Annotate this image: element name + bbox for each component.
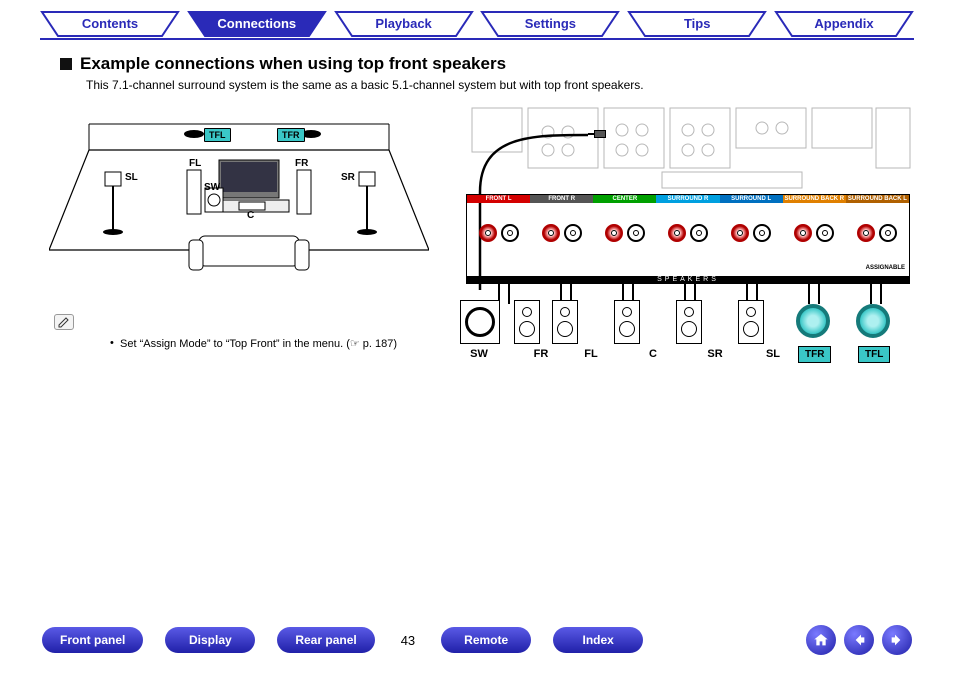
- th-sback-r: SURROUND BACK R: [783, 195, 846, 203]
- pencil-icon: [54, 314, 74, 330]
- th-center: CENTER: [593, 195, 656, 203]
- room-diagram: TFL TFR FL FR SL SR SW C: [49, 110, 429, 300]
- tab-label: Contents: [82, 16, 138, 31]
- th-surround-l: SURROUND L: [720, 195, 783, 203]
- th-surround-r: SURROUND R: [656, 195, 719, 203]
- subwoofer-icon: [460, 300, 500, 344]
- note-block: Set “Assign Mode” to “Top Front” in the …: [36, 314, 442, 350]
- room-label-tfl: TFL: [204, 128, 231, 142]
- ch-c: C: [638, 348, 668, 360]
- top-speaker-cone-icon: [856, 304, 890, 338]
- speakers-footer: SPEAKERS: [467, 276, 909, 283]
- room-diagram-column: TFL TFR FL FR SL SR SW C Set “Assign Mod…: [36, 102, 442, 352]
- rear-panel-diagram: FRONT L FRONT R CENTER SURROUND R SURROU…: [458, 102, 918, 352]
- speaker-icon: [738, 300, 764, 344]
- room-label-sl: SL: [125, 172, 138, 183]
- ch-sr: SR: [700, 348, 730, 360]
- tab-label: Connections: [217, 16, 296, 31]
- top-speaker-cone-icon: [796, 304, 830, 338]
- front-panel-button[interactable]: Front panel: [42, 627, 143, 653]
- ch-tfl: TFL: [858, 346, 890, 363]
- th-front-l: FRONT L: [467, 195, 530, 203]
- tab-contents[interactable]: Contents: [40, 10, 180, 38]
- intro-text: This 7.1-channel surround system is the …: [86, 78, 954, 92]
- top-tab-bar: Contents Connections Playback Settings T…: [0, 0, 954, 38]
- section-heading: Example connections when using top front…: [60, 54, 954, 74]
- ch-sw: SW: [464, 348, 494, 360]
- assignable-label: ASSIGNABLE: [866, 265, 905, 271]
- room-label-fl: FL: [189, 158, 201, 169]
- room-label-c: C: [247, 210, 254, 221]
- tab-tips[interactable]: Tips: [627, 10, 767, 38]
- ch-sl: SL: [758, 348, 788, 360]
- tab-playback[interactable]: Playback: [334, 10, 474, 38]
- tab-label: Tips: [684, 16, 711, 31]
- speaker-icon: [552, 300, 578, 344]
- th-front-r: FRONT R: [530, 195, 593, 203]
- room-label-sr: SR: [341, 172, 355, 183]
- speaker-icon: [614, 300, 640, 344]
- speaker-icon: [676, 300, 702, 344]
- ch-tfr: TFR: [798, 346, 831, 363]
- wiring-diagram-column: FRONT L FRONT R CENTER SURROUND R SURROU…: [458, 102, 918, 352]
- bottom-nav: Front panel Display Rear panel 43 Remote…: [0, 625, 954, 655]
- tab-label: Playback: [375, 16, 431, 31]
- room-label-tfr: TFR: [277, 128, 305, 142]
- home-icon[interactable]: [806, 625, 836, 655]
- note-item: Set “Assign Mode” to “Top Front” in the …: [110, 337, 442, 350]
- tab-settings[interactable]: Settings: [480, 10, 620, 38]
- rear-panel-button[interactable]: Rear panel: [277, 627, 374, 653]
- page-title: Example connections when using top front…: [80, 54, 506, 74]
- speaker-terminal-bar: FRONT L FRONT R CENTER SURROUND R SURROU…: [466, 194, 910, 284]
- tab-label: Appendix: [814, 16, 873, 31]
- index-button[interactable]: Index: [553, 627, 643, 653]
- prev-page-icon[interactable]: [844, 625, 874, 655]
- tab-connections[interactable]: Connections: [187, 10, 327, 38]
- room-label-fr: FR: [295, 158, 308, 169]
- ch-fl: FL: [576, 348, 606, 360]
- room-label-sw: SW: [204, 182, 220, 193]
- remote-button[interactable]: Remote: [441, 627, 531, 653]
- th-sback-l: SURROUND BACK L: [846, 195, 909, 203]
- heading-bullet-icon: [60, 58, 72, 70]
- tab-appendix[interactable]: Appendix: [774, 10, 914, 38]
- tab-label: Settings: [525, 16, 576, 31]
- speaker-icon: [514, 300, 540, 344]
- page-number: 43: [401, 633, 415, 648]
- display-button[interactable]: Display: [165, 627, 255, 653]
- next-page-icon[interactable]: [882, 625, 912, 655]
- ch-fr: FR: [526, 348, 556, 360]
- header-rule: [40, 38, 914, 40]
